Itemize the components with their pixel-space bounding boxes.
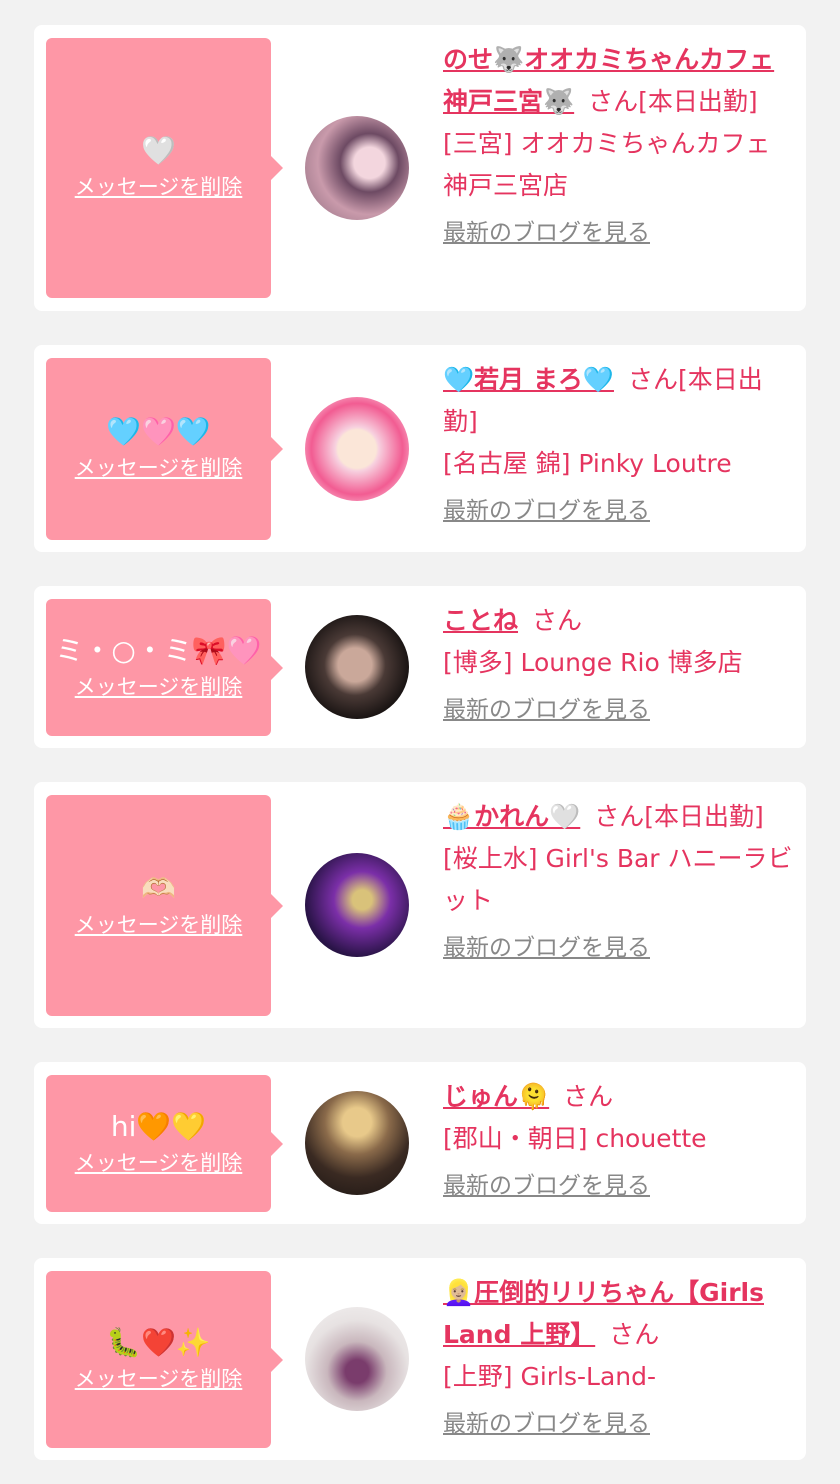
profile-info: 🧁かれん🤍 さん[本日出勤] [桜上水] Girl's Bar ハニーラビット 最… (443, 796, 793, 968)
san-suffix: さん (609, 1320, 660, 1349)
latest-blog-link[interactable]: 最新のブログを見る (443, 694, 650, 726)
profile-info: のせ🐺オオカミちゃんカフェ神戸三宮🐺 さん[本日出勤] [三宮] オオカミちゃんカ… (443, 39, 793, 253)
message-card: 🫶🏻 メッセージを削除 🧁かれん🤍 さん[本日出勤] [桜上水] Girl's B… (34, 782, 806, 1028)
message-text: ミ・○・ミ🎀🩷 (55, 633, 262, 667)
profile-info: 🩵若月 まろ🩵 さん[本日出勤] [名古屋 錦] Pinky Loutre 最新の… (443, 359, 793, 531)
message-card: hi🧡💛 メッセージを削除 じゅん🫠 さん [郡山・朝日] chouette 最新… (34, 1062, 806, 1224)
latest-blog-link[interactable]: 最新のブログを見る (443, 495, 650, 527)
profile-info: じゅん🫠 さん [郡山・朝日] chouette 最新のブログを見る (443, 1076, 793, 1206)
shop-label: [郡山・朝日] chouette (443, 1124, 707, 1153)
message-card: ミ・○・ミ🎀🩷 メッセージを削除 ことね さん [博多] Lounge Rio 博… (34, 586, 806, 748)
latest-blog-link[interactable]: 最新のブログを見る (443, 217, 650, 249)
delete-message-link[interactable]: メッセージを削除 (75, 174, 243, 200)
message-bubble: 🩵🩷🩵 メッセージを削除 (46, 358, 283, 540)
status-label: [本日出勤] (644, 802, 764, 831)
message-text: 🫶🏻 (141, 871, 176, 905)
shop-label: [上野] Girls-Land- (443, 1362, 657, 1391)
san-suffix: さん (594, 802, 645, 831)
delete-message-link[interactable]: メッセージを削除 (75, 455, 243, 481)
message-card: 🩵🩷🩵 メッセージを削除 🩵若月 まろ🩵 さん[本日出勤] [名古屋 錦] Pin… (34, 345, 806, 552)
latest-blog-link[interactable]: 最新のブログを見る (443, 1170, 650, 1202)
latest-blog-link[interactable]: 最新のブログを見る (443, 1408, 650, 1440)
message-bubble: 🫶🏻 メッセージを削除 (46, 795, 283, 1016)
message-card: 🐛❤️✨ メッセージを削除 👱🏼‍♀️圧倒的リリちゃん【Girls Land 上… (34, 1258, 806, 1460)
delete-message-link[interactable]: メッセージを削除 (75, 912, 243, 938)
status-label: [本日出勤] (638, 87, 758, 116)
shop-label: [博多] Lounge Rio 博多店 (443, 648, 743, 677)
profile-name-link[interactable]: 👱🏼‍♀️圧倒的リリちゃん【Girls Land 上野】 (443, 1278, 764, 1349)
delete-message-link[interactable]: メッセージを削除 (75, 1366, 243, 1392)
message-bubble: 🐛❤️✨ メッセージを削除 (46, 1271, 283, 1448)
san-suffix: さん (627, 365, 678, 394)
avatar[interactable] (305, 1307, 409, 1411)
san-suffix: さん (532, 606, 583, 635)
message-text: hi🧡💛 (110, 1109, 207, 1143)
message-bubble: ミ・○・ミ🎀🩷 メッセージを削除 (46, 599, 283, 736)
message-bubble: 🤍 メッセージを削除 (46, 38, 283, 298)
message-text: 🤍 (141, 134, 176, 167)
message-card: 🤍 メッセージを削除 のせ🐺オオカミちゃんカフェ神戸三宮🐺 さん[本日出勤] [三… (34, 25, 806, 311)
avatar[interactable] (305, 615, 409, 719)
delete-message-link[interactable]: メッセージを削除 (75, 1150, 243, 1176)
avatar[interactable] (305, 1091, 409, 1195)
avatar[interactable] (305, 116, 409, 220)
profile-name-link[interactable]: 🩵若月 まろ🩵 (443, 365, 614, 394)
san-suffix: さん (563, 1082, 614, 1111)
shop-label: [桜上水] Girl's Bar ハニーラビット (443, 844, 793, 915)
profile-name-link[interactable]: 🧁かれん🤍 (443, 802, 580, 831)
latest-blog-link[interactable]: 最新のブログを見る (443, 932, 650, 964)
avatar[interactable] (305, 397, 409, 501)
profile-info: ことね さん [博多] Lounge Rio 博多店 最新のブログを見る (443, 600, 793, 730)
profile-name-link[interactable]: ことね (443, 606, 518, 635)
shop-label: [名古屋 錦] Pinky Loutre (443, 449, 732, 478)
avatar[interactable] (305, 853, 409, 957)
message-bubble: hi🧡💛 メッセージを削除 (46, 1075, 283, 1212)
profile-name-link[interactable]: じゅん🫠 (443, 1082, 549, 1111)
san-suffix: さん (588, 87, 639, 116)
profile-info: 👱🏼‍♀️圧倒的リリちゃん【Girls Land 上野】 さん [上野] Girl… (443, 1272, 793, 1444)
message-list: 🤍 メッセージを削除 のせ🐺オオカミちゃんカフェ神戸三宮🐺 さん[本日出勤] [三… (0, 0, 840, 1484)
message-text: 🩵🩷🩵 (106, 415, 211, 448)
shop-label: [三宮] オオカミちゃんカフェ神戸三宮店 (443, 129, 771, 200)
message-text: 🐛❤️✨ (106, 1325, 211, 1359)
delete-message-link[interactable]: メッセージを削除 (75, 674, 243, 700)
